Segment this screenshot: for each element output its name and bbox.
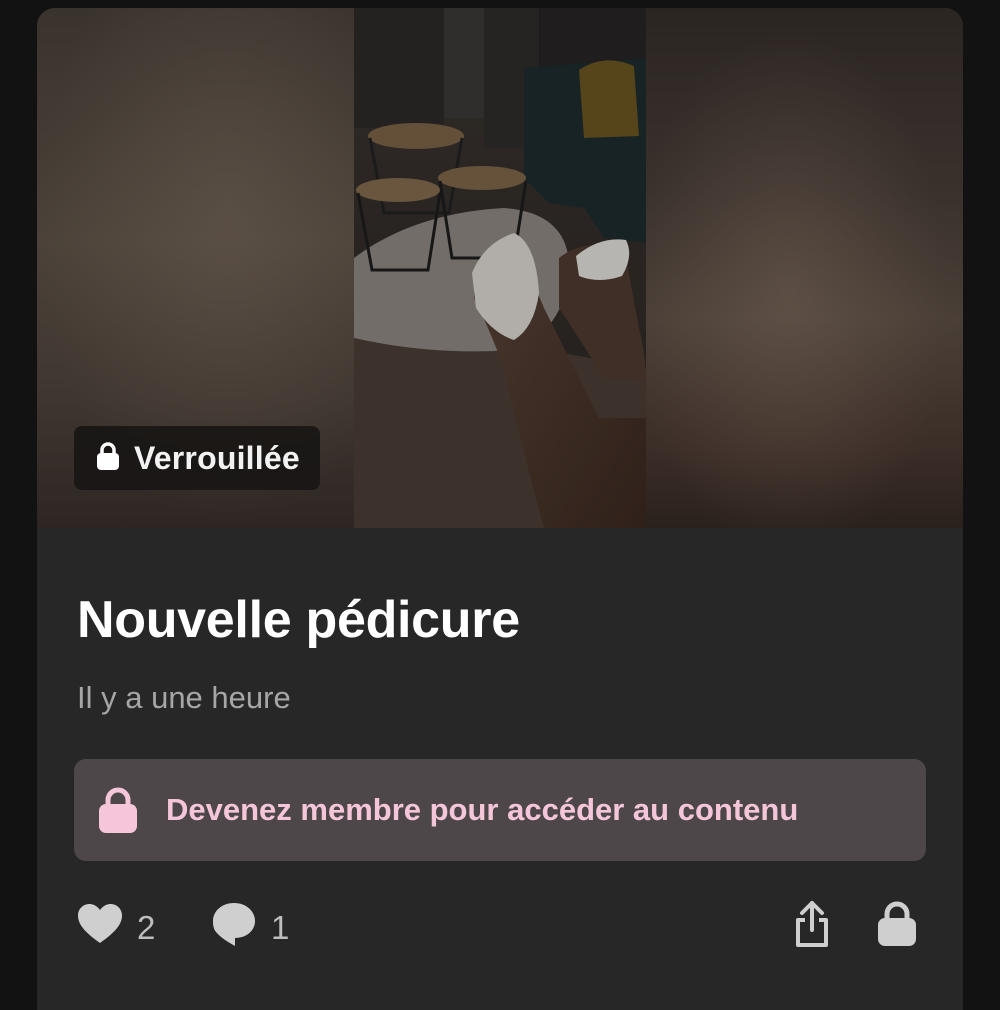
post-title[interactable]: Nouvelle pédicure (77, 590, 520, 650)
share-button[interactable] (793, 898, 831, 958)
post-timestamp: Il y a une heure (77, 680, 291, 715)
comment-button[interactable]: 1 (211, 898, 289, 958)
post-media-preview[interactable]: Verrouillée (37, 8, 963, 528)
lock-icon (98, 786, 138, 834)
comment-bubble-icon (211, 901, 257, 955)
post-thumbnail-image (354, 8, 646, 528)
heart-icon (77, 903, 123, 953)
locked-content-indicator[interactable] (877, 898, 917, 958)
share-icon (793, 900, 831, 956)
blurred-background-right (646, 8, 963, 528)
post-card[interactable]: Verrouillée Nouvelle pédicure Il y a une… (37, 8, 963, 1010)
locked-badge: Verrouillée (74, 426, 320, 490)
like-button[interactable]: 2 (77, 898, 155, 958)
lock-icon (96, 441, 120, 476)
lock-icon (877, 901, 917, 955)
post-actions-bar: 2 1 (77, 898, 923, 958)
comment-count: 1 (271, 909, 290, 946)
like-count: 2 (137, 909, 156, 946)
become-member-button[interactable]: Devenez membre pour accéder au contenu (74, 759, 926, 861)
locked-badge-label: Verrouillée (134, 439, 300, 476)
become-member-label: Devenez membre pour accéder au contenu (166, 792, 799, 827)
